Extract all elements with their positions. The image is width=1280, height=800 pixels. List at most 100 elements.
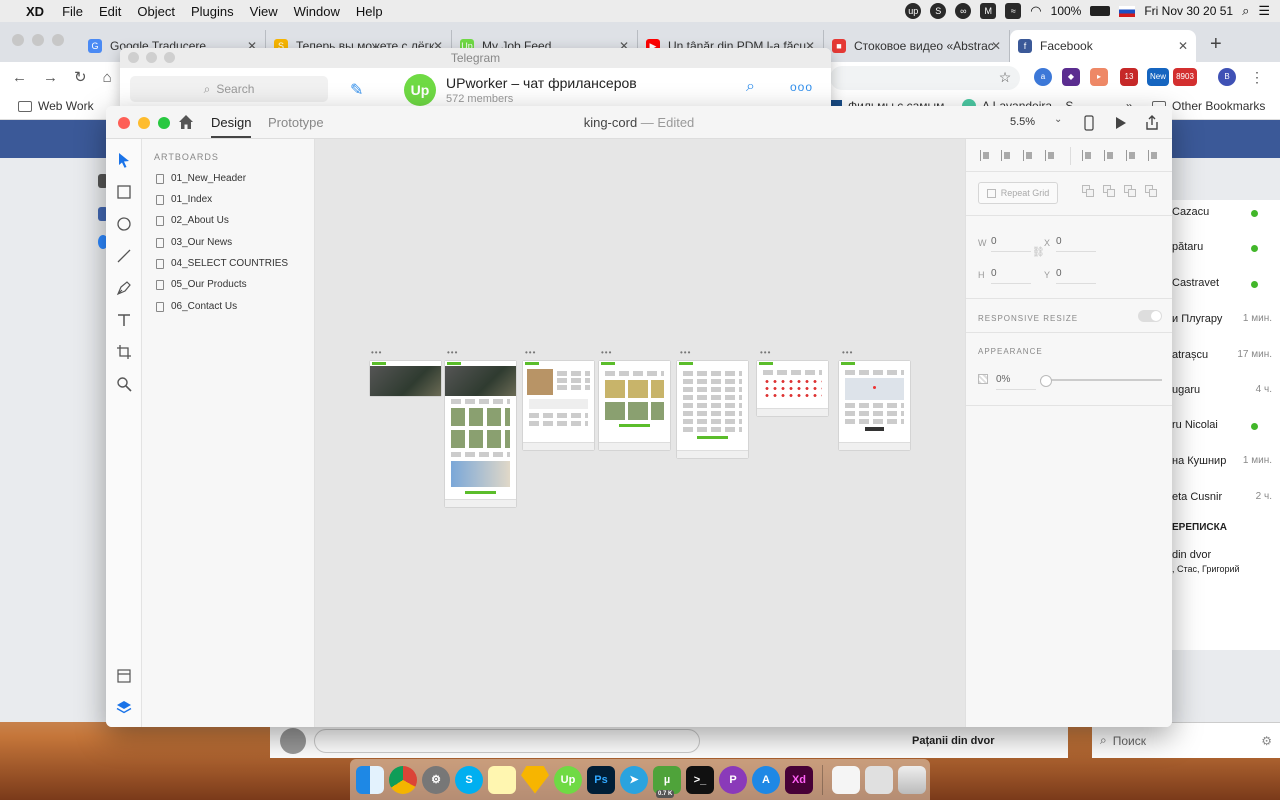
upwork-icon[interactable]: Up [554, 765, 582, 794]
telegram-search-input[interactable]: ⌕ Search [130, 76, 328, 102]
menu-help[interactable]: Help [356, 4, 383, 19]
fb-chat-tab[interactable]: Pațanii din dvor [900, 722, 1068, 758]
alfred-tray-icon[interactable]: ≈ [1005, 3, 1022, 19]
zoom-level[interactable]: 5.5% [1010, 116, 1035, 128]
align-center-icon[interactable] [1104, 150, 1115, 161]
opacity-input[interactable]: 0% [996, 374, 1036, 390]
text-tool-icon[interactable] [116, 312, 132, 328]
trash-icon[interactable] [898, 765, 926, 794]
notification-center-icon[interactable]: ☰ [1258, 3, 1270, 19]
creative-cloud-tray-icon[interactable]: ∞ [955, 3, 972, 19]
malwarebytes-tray-icon[interactable]: M [980, 3, 997, 19]
artboard-layer-item[interactable]: 01_Index [156, 194, 212, 205]
wifi-icon[interactable]: ◠ [1030, 3, 1041, 19]
gmail-badge[interactable]: 8903 [1173, 68, 1197, 86]
artboard-menu-dots[interactable]: ••• [601, 348, 612, 357]
artboard-tool-icon[interactable] [116, 344, 132, 360]
ellipse-tool-icon[interactable] [116, 216, 132, 232]
fb-chat-search[interactable]: ⌕ Поиск ⚙ [1092, 722, 1280, 758]
artboard-menu-dots[interactable]: ••• [447, 348, 458, 357]
picsart-icon[interactable]: P [719, 765, 747, 794]
contact-item[interactable]: на Кушнир 1 мин. [1172, 455, 1272, 467]
documents-stack-icon[interactable] [832, 765, 860, 794]
telegram-icon[interactable]: ➤ [620, 765, 648, 794]
repeat-grid-button[interactable]: Repeat Grid [978, 182, 1058, 204]
tab-facebook[interactable]: f Facebook ✕ [1010, 30, 1196, 62]
extension-new-badge[interactable]: New [1147, 68, 1169, 86]
artboard-thumbnail[interactable] [839, 361, 910, 450]
new-tab-button[interactable]: + [1210, 33, 1222, 56]
menu-file[interactable]: File [62, 4, 83, 19]
align-right-icon[interactable] [1126, 150, 1137, 161]
profile-avatar[interactable]: B [1218, 68, 1236, 86]
photoshop-icon[interactable]: Ps [587, 765, 615, 794]
zoom-tool-icon[interactable] [116, 376, 132, 392]
align-bottom-icon[interactable] [1023, 150, 1034, 161]
skype-tray-icon[interactable]: S [930, 3, 947, 19]
contact-item[interactable]: atrașcu 17 мин. [1172, 349, 1272, 361]
telegram-zoom-button[interactable] [164, 52, 175, 63]
select-tool-icon[interactable] [116, 152, 132, 168]
boolean-subtract-icon[interactable] [1103, 185, 1116, 198]
x-input[interactable]: 0 [1056, 236, 1096, 252]
home-icon[interactable]: ⌂ [103, 69, 112, 86]
menu-plugins[interactable]: Plugins [191, 4, 234, 19]
battery-icon[interactable] [1090, 6, 1111, 16]
y-input[interactable]: 0 [1056, 268, 1096, 284]
chrome-zoom-button[interactable] [52, 34, 64, 46]
artboard-menu-dots[interactable]: ••• [525, 348, 536, 357]
lock-aspect-icon[interactable]: ⛓ [1032, 247, 1045, 258]
terminal-icon[interactable]: >_ [686, 765, 714, 794]
reload-icon[interactable]: ↻ [74, 68, 87, 86]
align-left-icon[interactable] [1082, 150, 1093, 161]
tab-stock-video[interactable]: ■ Стоковое видео «Abstrac ✕ [824, 30, 1010, 62]
extension-diamond-icon[interactable]: ◆ [1062, 68, 1080, 86]
boolean-intersect-icon[interactable] [1124, 185, 1137, 198]
artboard-thumbnail[interactable] [523, 361, 594, 450]
input-source-flag-icon[interactable] [1119, 5, 1136, 17]
bookmark-web-work[interactable]: Web Work [18, 99, 94, 113]
app-menu[interactable]: XD [26, 4, 44, 19]
distribute-horizontal-icon[interactable] [1148, 150, 1159, 161]
artboard-thumbnail[interactable] [757, 361, 828, 416]
extension-arrow-icon[interactable]: ▸ [1090, 68, 1108, 86]
more-icon[interactable]: ooo [790, 80, 813, 94]
artboard-layer-item[interactable]: 02_About Us [156, 215, 229, 226]
utorrent-icon[interactable]: µ 0.7 K [653, 765, 681, 798]
assets-panel-icon[interactable] [116, 668, 132, 684]
settings-gear-icon[interactable]: ⚙ [1261, 734, 1272, 748]
boolean-exclude-icon[interactable] [1145, 185, 1158, 198]
chrome-icon[interactable] [389, 765, 417, 794]
forward-icon[interactable]: → [43, 69, 58, 86]
play-icon[interactable] [1114, 116, 1128, 130]
align-middle-icon[interactable] [1001, 150, 1012, 161]
device-preview-icon[interactable] [1084, 115, 1094, 131]
boolean-add-icon[interactable] [1082, 185, 1095, 198]
menu-edit[interactable]: Edit [99, 4, 121, 19]
chrome-minimize-button[interactable] [32, 34, 44, 46]
chat-title[interactable]: UPworker – чат фрилансеров [446, 75, 637, 91]
close-tab-icon[interactable]: ✕ [991, 39, 1001, 53]
artboard-layer-item[interactable]: 03_Our News [156, 237, 232, 248]
opacity-slider[interactable] [1040, 375, 1162, 387]
message-input[interactable] [314, 728, 700, 753]
telegram-minimize-button[interactable] [146, 52, 157, 63]
close-tab-icon[interactable]: ✕ [1178, 39, 1188, 53]
contact-item[interactable]: и Плугару 1 мин. [1172, 313, 1272, 325]
contact-item[interactable]: eta Cusnir 2 ч. [1172, 491, 1272, 503]
share-icon[interactable] [1144, 115, 1160, 131]
system-preferences-icon[interactable]: ⚙ [422, 765, 450, 794]
width-input[interactable]: 0 [991, 236, 1031, 252]
design-canvas[interactable]: ••• ••• ••• ••• ••• ••• ••• [315, 139, 965, 727]
extension-badge-13[interactable]: 13 [1120, 68, 1138, 86]
artboard-menu-dots[interactable]: ••• [842, 348, 853, 357]
align-top-icon[interactable] [980, 150, 991, 161]
chrome-close-button[interactable] [12, 34, 24, 46]
extension-a-icon[interactable]: a [1034, 68, 1052, 86]
rectangle-tool-icon[interactable] [116, 184, 132, 200]
sketch-icon[interactable] [521, 765, 549, 794]
artboard-thumbnail[interactable] [445, 361, 516, 507]
height-input[interactable]: 0 [991, 268, 1031, 284]
artboard-menu-dots[interactable]: ••• [680, 348, 691, 357]
app-store-icon[interactable]: A [752, 765, 780, 794]
